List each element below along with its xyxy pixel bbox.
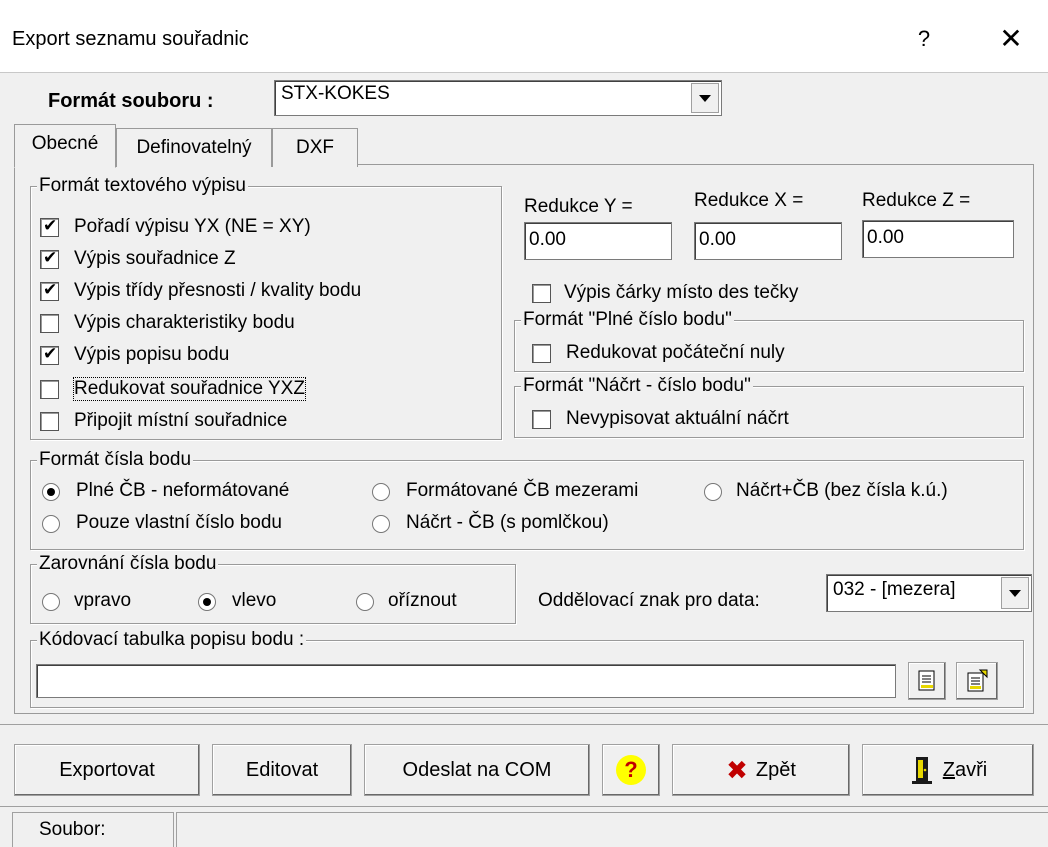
separator-select[interactable]: 032 - [mezera] — [826, 574, 1032, 612]
reduction-y-label: Redukce Y = — [524, 196, 633, 217]
checkbox[interactable] — [532, 284, 551, 303]
title-separator — [0, 72, 1048, 73]
sketch-group-title: Formát "Náčrt - číslo bodu" — [521, 375, 753, 397]
radio-button[interactable] — [372, 515, 390, 533]
chevron-down-icon[interactable] — [1001, 577, 1029, 609]
radio-button[interactable] — [42, 483, 60, 501]
radio-label: Plné ČB - neformátované — [76, 480, 290, 501]
checkbox[interactable] — [532, 344, 551, 363]
checkbox-label: Nevypisovat aktuální náčrt — [566, 408, 789, 429]
radio-button[interactable] — [198, 593, 216, 611]
checkbox-label: Výpis třídy přesnosti / kvality bodu — [74, 280, 362, 301]
document-icon — [918, 670, 935, 691]
full-number-group-title: Formát "Plné číslo bodu" — [521, 309, 734, 331]
checkbox-label: Redukovat počáteční nuly — [566, 342, 785, 363]
edit-button[interactable]: Editovat — [212, 744, 352, 796]
checkbox-label: Redukovat souřadnice YXZ — [73, 377, 306, 401]
checkbox-label: Výpis charakteristiky bodu — [74, 312, 295, 333]
file-format-value: STX-KOKES — [281, 83, 390, 104]
help-button[interactable]: ? — [602, 744, 660, 796]
x-icon: ✖ — [726, 754, 748, 785]
checkbox-label: Pořadí výpisu YX (NE = XY) — [74, 216, 311, 237]
checkbox-label: Výpis popisu bodu — [74, 344, 230, 365]
open-file-button[interactable] — [908, 662, 946, 700]
radio-label: Pouze vlastní číslo bodu — [76, 512, 282, 533]
tab-general[interactable]: Obecné — [14, 124, 116, 168]
send-com-button[interactable]: Odeslat na COM — [364, 744, 590, 796]
status-file-pane: Soubor: — [12, 812, 174, 847]
checkbox-label: Výpis souřadnice Z — [74, 248, 236, 269]
close-window-button[interactable]: ✕ — [990, 22, 1032, 56]
text-output-group-title: Formát textového výpisu — [37, 175, 248, 197]
checkbox-label: Výpis čárky místo des tečky — [564, 282, 799, 303]
status-file-label: Soubor: — [39, 819, 106, 840]
status-separator — [0, 806, 1048, 807]
back-button[interactable]: ✖ Zpět — [672, 744, 850, 796]
reduction-y-value: 0.00 — [529, 229, 566, 250]
reduction-x-value: 0.00 — [699, 229, 736, 250]
close-button[interactable]: Zavři — [862, 744, 1034, 796]
button-separator — [0, 724, 1048, 725]
radio-button[interactable] — [704, 483, 722, 501]
radio-label: Formátované ČB mezerami — [406, 480, 639, 501]
export-button[interactable]: Exportovat — [14, 744, 200, 796]
radio-label: oříznout — [388, 590, 457, 611]
encoding-input[interactable] — [36, 664, 896, 698]
separator-value: 032 - [mezera] — [833, 579, 956, 600]
radio-button[interactable] — [356, 593, 374, 611]
reduction-x-input[interactable]: 0.00 — [694, 222, 842, 260]
reduction-z-value: 0.00 — [867, 227, 904, 248]
chevron-down-icon[interactable] — [691, 83, 719, 113]
point-number-group-title: Formát čísla bodu — [37, 449, 194, 471]
tab-dxf[interactable]: DXF — [272, 128, 358, 167]
checkbox-label: Připojit místní souřadnice — [74, 410, 288, 431]
edit-document-icon — [967, 669, 988, 692]
close-label-rest: avři — [954, 758, 988, 781]
radio-button[interactable] — [42, 515, 60, 533]
close-mnemonic: Z — [942, 758, 955, 781]
help-title-button[interactable]: ? — [906, 22, 942, 56]
checkbox[interactable] — [40, 314, 59, 333]
separator-label: Oddělovací znak pro data: — [538, 590, 760, 611]
file-format-label: Formát souboru : — [48, 90, 214, 112]
encoding-group-title: Kódovací tabulka popisu bodu : — [37, 629, 307, 651]
window-title: Export seznamu souřadnic — [12, 28, 249, 50]
checkbox[interactable] — [532, 410, 551, 429]
reduction-z-label: Redukce Z = — [862, 190, 971, 211]
checkbox[interactable] — [40, 380, 59, 399]
checkbox[interactable]: ✔ — [40, 216, 59, 237]
edit-table-button[interactable] — [956, 662, 998, 700]
radio-label: Náčrt - ČB (s pomlčkou) — [406, 512, 609, 533]
point-number-group: Formát čísla bodu — [30, 449, 1024, 550]
checkbox[interactable]: ✔ — [40, 344, 59, 365]
checkbox[interactable]: ✔ — [40, 280, 59, 301]
reduction-y-input[interactable]: 0.00 — [524, 222, 672, 260]
reduction-x-label: Redukce X = — [694, 190, 804, 211]
question-icon: ? — [616, 755, 646, 785]
checkbox[interactable]: ✔ — [40, 248, 59, 269]
checkbox[interactable] — [40, 412, 59, 431]
file-format-select[interactable]: STX-KOKES — [274, 80, 722, 116]
radio-label: Náčrt+ČB (bez čísla k.ú.) — [736, 480, 948, 501]
radio-button[interactable] — [42, 593, 60, 611]
radio-label: vpravo — [74, 590, 132, 611]
reduction-z-input[interactable]: 0.00 — [862, 220, 1014, 258]
status-file-value-pane — [176, 812, 1048, 847]
radio-label: vlevo — [232, 590, 277, 611]
tab-definable[interactable]: Definovatelný — [116, 128, 272, 167]
close-label: Zavři — [943, 759, 987, 782]
radio-button[interactable] — [372, 483, 390, 501]
alignment-group-title: Zarovnání čísla bodu — [37, 553, 219, 575]
back-label: Zpět — [755, 758, 796, 781]
door-exit-icon — [911, 757, 932, 784]
